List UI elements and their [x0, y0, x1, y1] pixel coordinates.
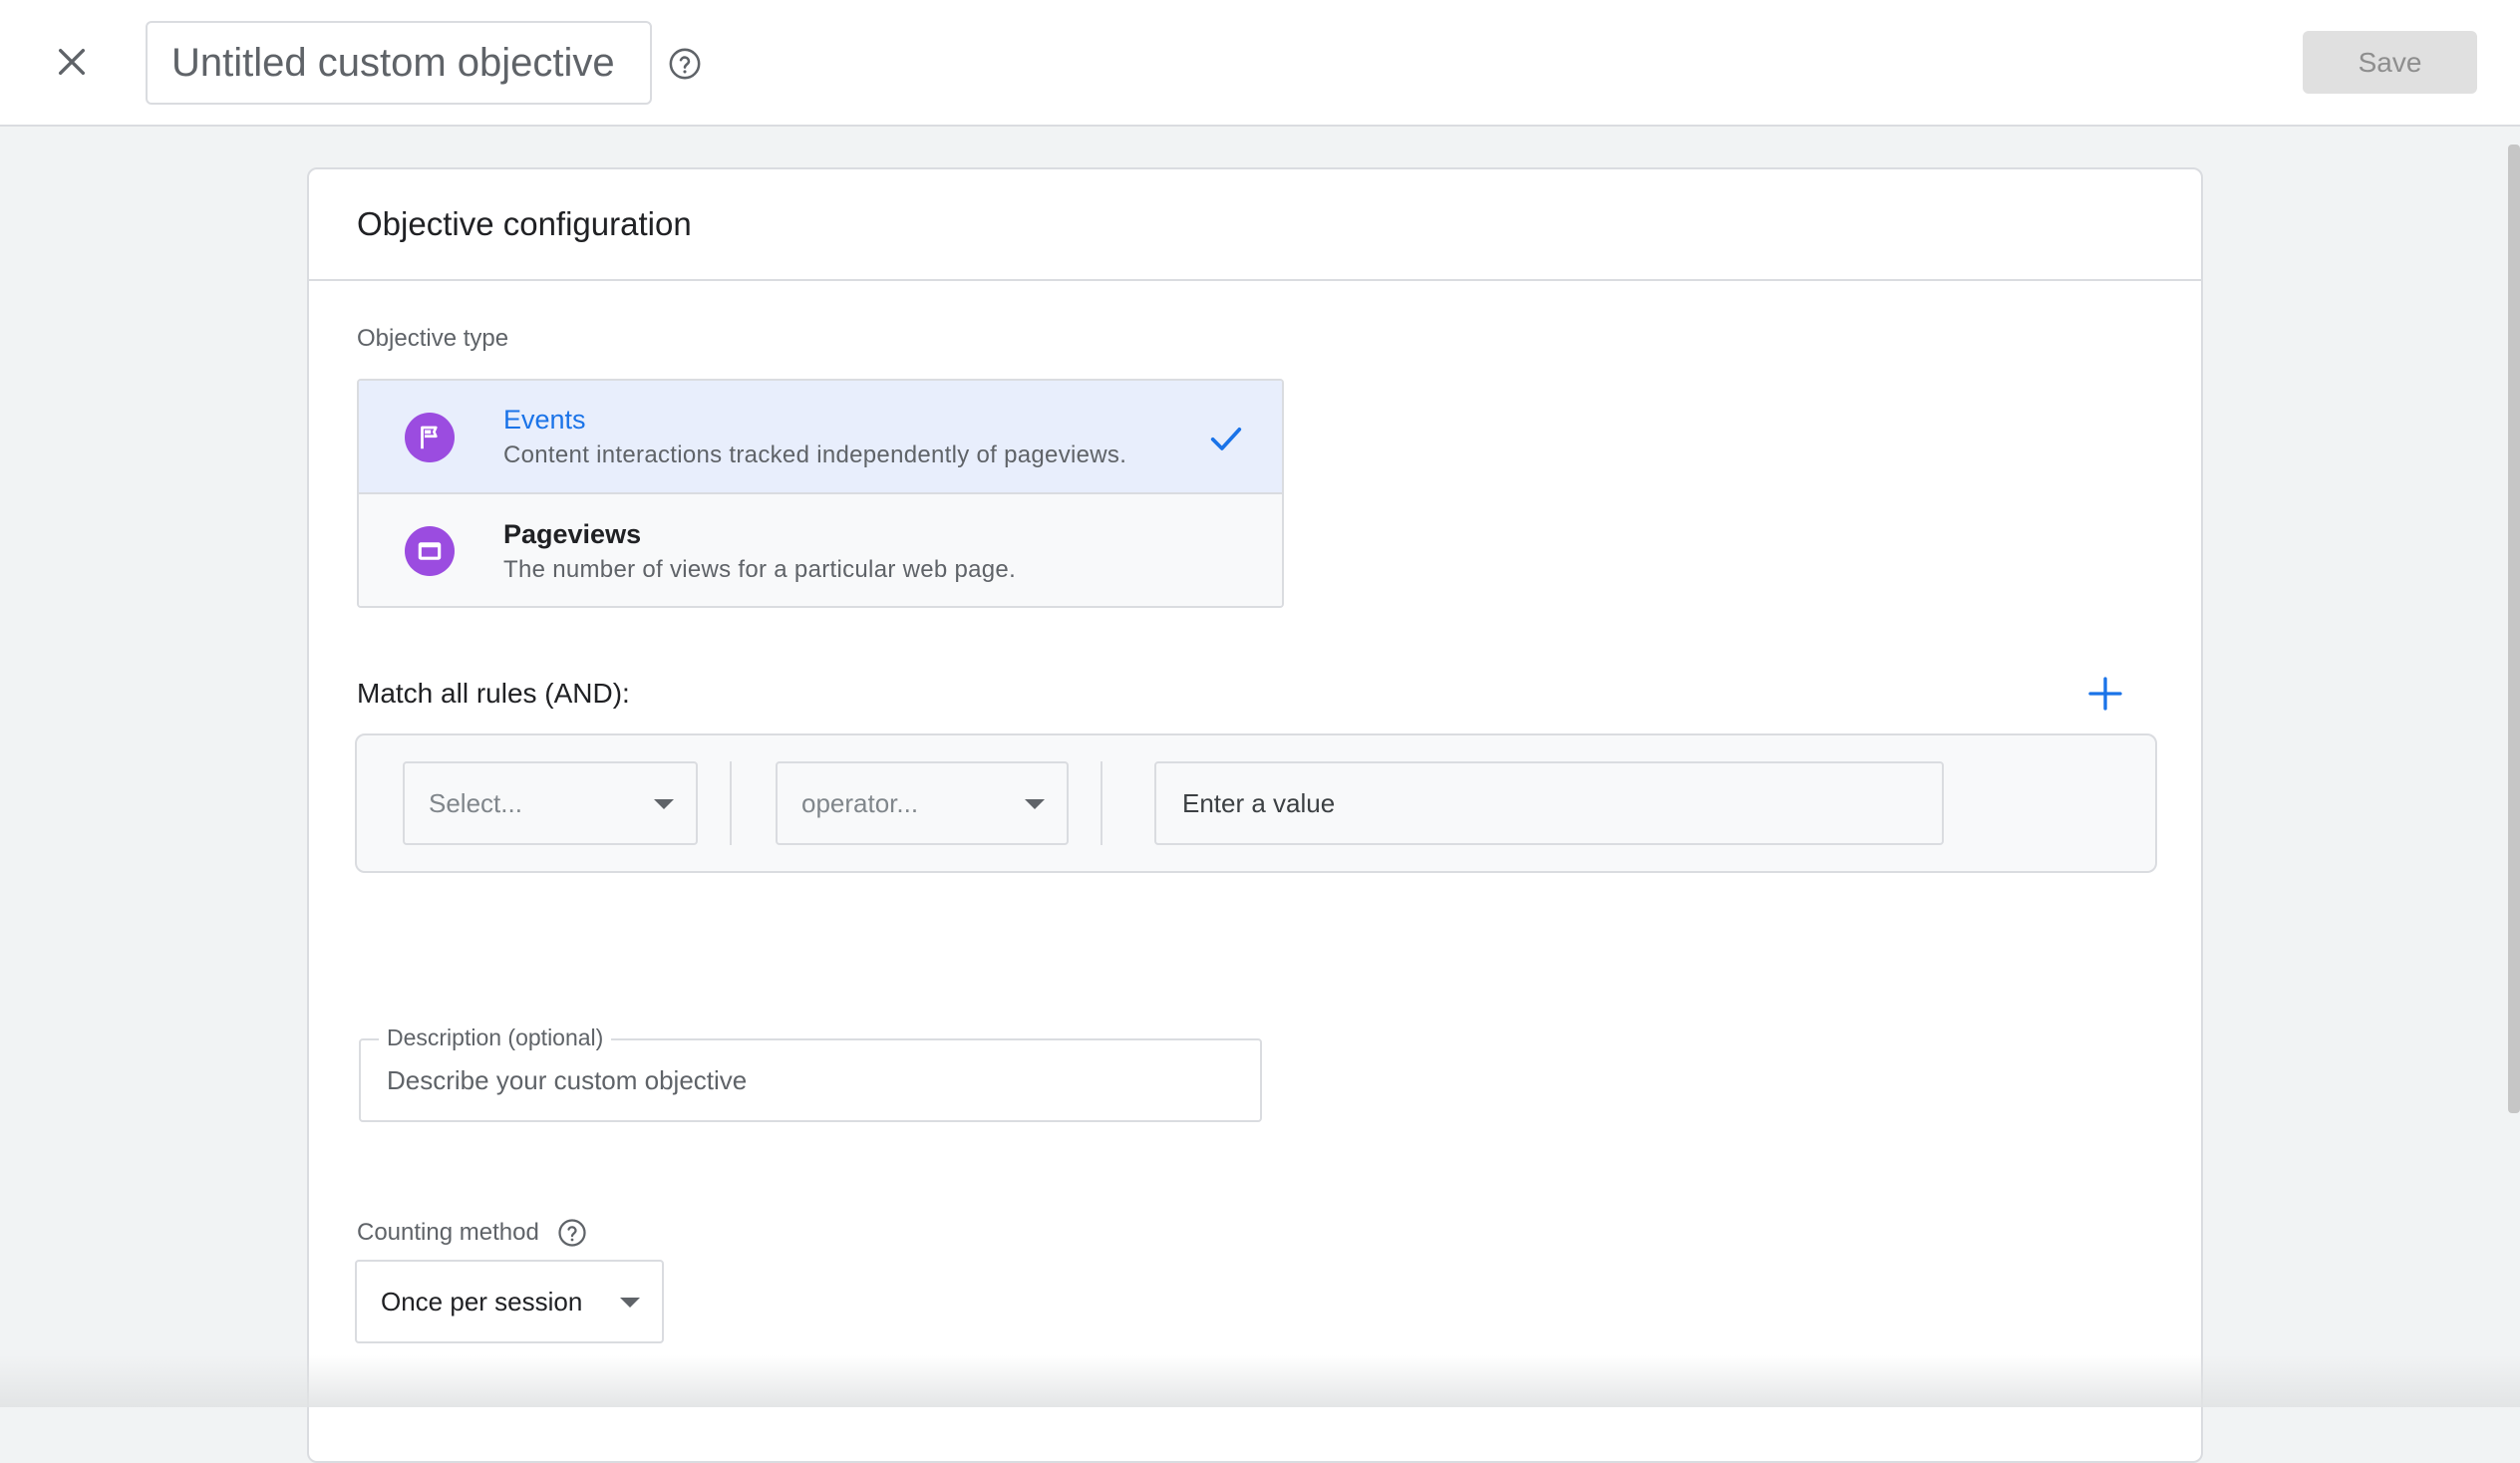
scrollbar[interactable]	[2508, 145, 2520, 1113]
flag-icon	[405, 413, 455, 462]
rule-divider	[1101, 761, 1102, 845]
counting-method-value: Once per session	[381, 1286, 583, 1317]
top-bar: Untitled custom objective Save	[0, 0, 2520, 127]
rule-field-placeholder: Select...	[429, 787, 522, 818]
rule-operator-select[interactable]: operator...	[776, 761, 1069, 845]
window-icon	[405, 526, 455, 576]
chevron-down-icon	[1025, 799, 1045, 809]
close-icon[interactable]	[48, 38, 96, 86]
type-title: Events	[503, 404, 586, 435]
objective-type-events[interactable]: Events Content interactions tracked inde…	[359, 381, 1282, 494]
save-button[interactable]: Save	[2303, 31, 2477, 94]
objective-type-list: Events Content interactions tracked inde…	[357, 379, 1284, 608]
description-placeholder: Describe your custom objective	[387, 1064, 748, 1095]
rule-row: Select... operator... Enter a value	[355, 733, 2157, 873]
match-rules-label: Match all rules (AND):	[357, 678, 630, 709]
type-title: Pageviews	[503, 518, 642, 549]
rule-value-input[interactable]: Enter a value	[1154, 761, 1944, 845]
description-label: Description (optional)	[379, 1024, 612, 1051]
objective-type-pageviews[interactable]: Pageviews The number of views for a part…	[359, 494, 1282, 606]
objective-title-input[interactable]: Untitled custom objective	[146, 21, 652, 105]
type-description: The number of views for a particular web…	[503, 555, 1017, 583]
rule-divider	[730, 761, 732, 845]
bottom-shadow	[0, 1355, 2520, 1407]
counting-method-select[interactable]: Once per session	[355, 1260, 664, 1343]
objective-configuration-card: Objective configuration Objective type E…	[307, 167, 2203, 1463]
help-icon[interactable]	[557, 1218, 587, 1248]
add-rule-plus-icon[interactable]	[2081, 670, 2129, 718]
checkmark-icon	[1206, 419, 1246, 458]
type-description: Content interactions tracked independent…	[503, 440, 1127, 468]
objective-type-label: Objective type	[357, 325, 509, 352]
counting-method-label: Counting method	[357, 1218, 587, 1248]
description-field[interactable]: Description (optional) Describe your cus…	[359, 1024, 1262, 1122]
help-icon[interactable]	[668, 47, 702, 81]
card-heading: Objective configuration	[309, 169, 2201, 281]
rule-operator-placeholder: operator...	[801, 787, 919, 818]
rule-field-select[interactable]: Select...	[403, 761, 698, 845]
chevron-down-icon	[620, 1298, 640, 1308]
counting-method-text: Counting method	[357, 1219, 539, 1246]
chevron-down-icon	[654, 799, 674, 809]
